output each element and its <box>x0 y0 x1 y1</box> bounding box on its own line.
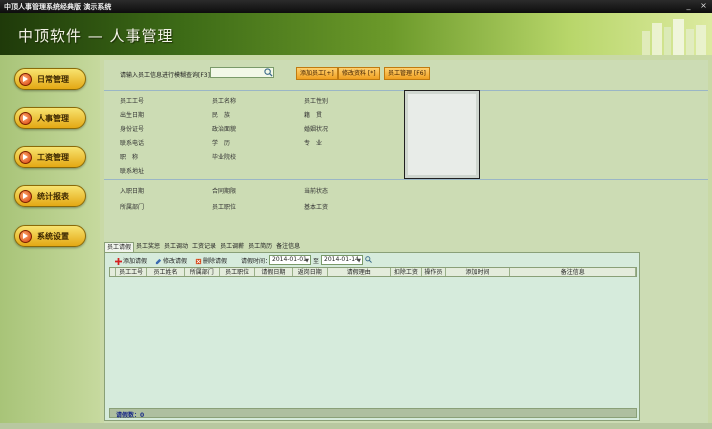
column-header[interactable]: 扣除工资 <box>391 268 423 276</box>
sidebar-item-label: 日常管理 <box>37 75 69 84</box>
column-header[interactable]: 所属部门 <box>185 268 220 276</box>
sidebar-item-hr[interactable]: 人事管理 <box>14 107 86 129</box>
pencil-icon <box>155 258 162 265</box>
delete-icon <box>195 258 202 265</box>
column-header[interactable]: 请假日期 <box>255 268 293 276</box>
field-label: 联系电话 <box>120 140 145 147</box>
sidebar-item-reports[interactable]: 统计报表 <box>14 185 86 207</box>
plus-icon <box>115 258 122 265</box>
sidebar-item-label: 系统设置 <box>37 232 69 241</box>
window-controls: _ × <box>684 1 708 10</box>
tab-notes[interactable]: 备注信息 <box>274 242 302 252</box>
field-label: 学 历 <box>212 140 231 147</box>
header-banner: 中顶软件 — 人事管理 <box>0 13 712 55</box>
employee-manage-button[interactable]: 员工管理 [F6] <box>384 67 430 80</box>
tab-raise[interactable]: 员工调薪 <box>218 242 246 252</box>
column-header[interactable]: 员工姓名 <box>147 268 185 276</box>
edit-leave-button[interactable]: 修改请假 <box>155 256 187 265</box>
sidebar-item-daily[interactable]: 日常管理 <box>14 68 86 90</box>
column-header[interactable]: 员工职位 <box>220 268 256 276</box>
title-bar: 中顶人事管理系统经典版 演示系统 _ × <box>0 0 712 13</box>
field-label: 基本工资 <box>304 204 329 211</box>
date-to-value: 2014-01-14 <box>324 256 359 263</box>
sidebar-item-label: 人事管理 <box>37 114 69 123</box>
sidebar-item-label: 统计报表 <box>37 192 69 201</box>
edit-leave-label: 修改请假 <box>163 258 188 265</box>
window-bottom-edge <box>0 423 712 429</box>
tab-rewards[interactable]: 员工奖惩 <box>134 242 162 252</box>
date-from-picker[interactable]: 2014-01-01 ▼ <box>269 255 311 265</box>
search-icon[interactable] <box>264 68 273 77</box>
field-label: 员工名称 <box>212 98 237 105</box>
building-decoration-icon <box>642 19 706 55</box>
search-icon[interactable] <box>365 256 372 263</box>
close-button[interactable]: × <box>699 1 708 10</box>
add-leave-button[interactable]: 添加请假 <box>115 256 147 265</box>
leave-grid-header: 员工工号 员工姓名 所属部门 员工职位 请假日期 返岗日期 请假理由 扣除工资 … <box>109 267 637 277</box>
field-label: 婚姻状况 <box>304 126 329 133</box>
leave-time-label: 请假时间： <box>241 258 272 265</box>
column-header[interactable]: 请假理由 <box>328 268 391 276</box>
add-leave-label: 添加请假 <box>123 258 148 265</box>
column-header[interactable]: 员工工号 <box>116 268 148 276</box>
leave-status-bar: 请假数：0 <box>109 408 637 419</box>
app-brand: 中顶软件 — 人事管理 <box>18 27 174 45</box>
minimize-button[interactable]: _ <box>684 1 693 10</box>
sidebar-item-settings[interactable]: 系统设置 <box>14 225 86 247</box>
field-label: 员工性别 <box>304 98 329 105</box>
field-label: 合同期限 <box>212 188 237 195</box>
sidebar-item-salary[interactable]: 工资管理 <box>14 146 86 168</box>
sidebar: 日常管理 人事管理 工资管理 统计报表 系统设置 <box>0 55 100 429</box>
field-label: 员工职位 <box>212 204 237 211</box>
column-header[interactable]: 操作员 <box>422 268 446 276</box>
field-label: 身份证号 <box>120 126 145 133</box>
edit-profile-button[interactable]: 修改资料 [*] <box>338 67 380 80</box>
sidebar-item-label: 工资管理 <box>37 153 69 162</box>
window-title: 中顶人事管理系统经典版 演示系统 <box>4 3 112 11</box>
date-to-picker[interactable]: 2014-01-14 ▼ <box>321 255 363 265</box>
field-label: 入职日期 <box>120 188 145 195</box>
delete-leave-label: 删除请假 <box>203 258 228 265</box>
date-range-separator: 至 <box>313 258 320 265</box>
field-label: 专 业 <box>304 140 323 147</box>
tab-resume[interactable]: 员工简历 <box>246 242 274 252</box>
leave-count: 请假数：0 <box>116 412 145 419</box>
chevron-down-icon: ▼ <box>305 258 309 264</box>
field-label: 籍 贯 <box>304 112 323 119</box>
field-label: 联系地址 <box>120 168 145 175</box>
field-label: 民 族 <box>212 112 231 119</box>
add-employee-button[interactable]: 添加员工[+] <box>296 67 338 80</box>
delete-leave-button[interactable]: 删除请假 <box>195 256 227 265</box>
field-label: 员工工号 <box>120 98 145 105</box>
employee-photo[interactable] <box>404 90 480 179</box>
field-label: 毕业院校 <box>212 154 237 161</box>
column-header[interactable]: 添加时间 <box>446 268 511 276</box>
search-bar: 请输入员工信息进行模糊查询[F3] 添加员工[+] 修改资料 [*] 员工管理 … <box>104 60 708 90</box>
chevron-down-icon: ▼ <box>357 258 361 264</box>
column-header[interactable]: 返岗日期 <box>293 268 328 276</box>
tab-leave[interactable]: 员工请假 <box>104 242 135 252</box>
field-label: 出生日期 <box>120 112 145 119</box>
main-content: 请输入员工信息进行模糊查询[F3] 添加员工[+] 修改资料 [*] 员工管理 … <box>104 60 708 429</box>
divider <box>104 179 708 180</box>
date-from-value: 2014-01-01 <box>272 256 307 263</box>
leave-toolbar: 添加请假 修改请假 删除请假 请假时间： 2014-01-01 ▼ 至 2014… <box>105 253 639 266</box>
leave-panel: 添加请假 修改请假 删除请假 请假时间： 2014-01-01 ▼ 至 2014… <box>104 252 640 421</box>
field-label: 职 称 <box>120 154 139 161</box>
tab-salary-records[interactable]: 工资记录 <box>190 242 218 252</box>
field-label: 当前状态 <box>304 188 329 195</box>
search-prompt: 请输入员工信息进行模糊查询[F3] <box>120 72 210 79</box>
field-label: 政治面貌 <box>212 126 237 133</box>
employee-detail: 员工工号 出生日期 身份证号 联系电话 职 称 联系地址 员工名称 民 族 政治… <box>104 90 708 242</box>
right-blank-area <box>640 252 708 421</box>
tab-transfer[interactable]: 员工调动 <box>162 242 190 252</box>
record-tabs: 员工请假 员工奖惩 员工调动 工资记录 员工调薪 员工简历 备注信息 <box>104 242 708 252</box>
field-label: 所属部门 <box>120 204 145 211</box>
column-header[interactable]: 备注信息 <box>510 268 636 276</box>
